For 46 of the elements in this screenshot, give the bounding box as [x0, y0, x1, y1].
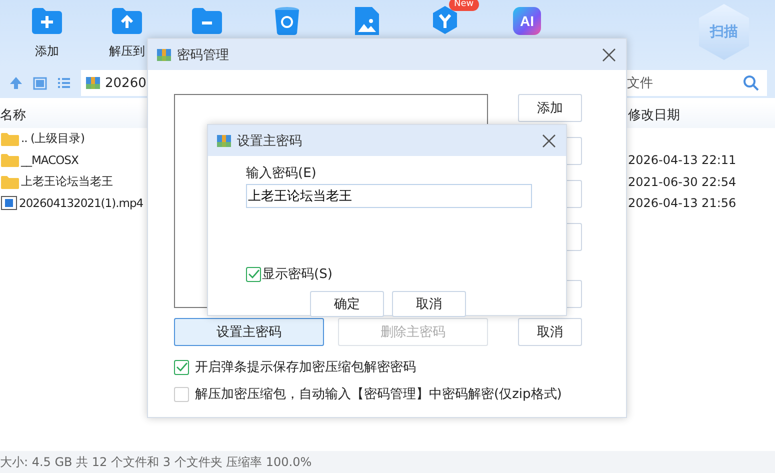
field-label: 输入密码(E) — [246, 165, 318, 182]
thumbnail-view-icon[interactable] — [33, 76, 47, 90]
close-icon[interactable] — [602, 48, 616, 62]
folder-plus-icon[interactable] — [31, 7, 63, 35]
dialog-title: 密码管理 — [177, 46, 230, 64]
checkbox[interactable] — [174, 386, 189, 402]
folder-upload-icon[interactable] — [111, 7, 143, 35]
file-name[interactable]: .. (上级目录) — [21, 131, 84, 146]
close-icon[interactable] — [542, 134, 556, 148]
checkbox-label[interactable]: 开启弹条提示保存加密压缩包解密密码 — [195, 358, 416, 376]
folder-icon — [1, 174, 19, 189]
modified-date: 2021-06-30 22:54 — [628, 174, 736, 189]
ai-logo[interactable]: AI — [513, 7, 541, 35]
folder-icon — [1, 132, 19, 146]
toolbar-label[interactable]: 添加 — [35, 43, 59, 60]
cancel-button[interactable]: 取消 — [518, 318, 582, 346]
archive-icon — [156, 46, 172, 62]
recycle-bin-icon[interactable] — [274, 6, 300, 36]
status-bar: 大小: 4.5 GB 共 12 个文件和 3 个文件夹 压缩率 100.0% — [0, 451, 775, 473]
search-icon[interactable] — [743, 75, 759, 91]
set-master-password-button[interactable]: 设置主密码 — [174, 318, 324, 346]
file-name[interactable]: 上老王论坛当老王 — [21, 174, 113, 190]
dialog-title: 设置主密码 — [237, 132, 303, 150]
archive-icon — [85, 75, 101, 91]
folder-icon — [1, 153, 19, 168]
modified-date: 2026-04-13 21:56 — [628, 196, 736, 210]
checkbox-label[interactable]: 显示密码(S) — [262, 265, 332, 283]
image-file-icon[interactable] — [354, 5, 380, 37]
column-header[interactable]: 名称 — [0, 106, 26, 124]
list-view-icon[interactable] — [57, 77, 71, 89]
cancel-button[interactable]: 取消 — [392, 291, 466, 317]
ok-button[interactable]: 确定 — [310, 291, 384, 317]
modified-date: 2026-04-13 22:11 — [628, 153, 736, 168]
file-name[interactable]: __MACOSX — [21, 153, 78, 168]
add-button[interactable]: 添加 — [518, 94, 582, 122]
file-name[interactable]: 202604132021(1).mp4 — [19, 196, 144, 210]
password-field[interactable]: 上老王论坛当老王 — [246, 184, 532, 208]
folder-minus-icon[interactable] — [191, 7, 223, 35]
search-field[interactable]: 文件 — [625, 70, 767, 96]
checkbox-label[interactable]: 解压加密压缩包，自动输入【密码管理】中密码解密(仅zip格式) — [195, 385, 562, 403]
archive-icon — [216, 132, 232, 148]
up-arrow-icon[interactable] — [9, 76, 23, 90]
toolbar-label[interactable]: 解压到 — [109, 43, 145, 60]
checkbox[interactable] — [246, 266, 261, 282]
column-header[interactable]: 修改日期 — [628, 106, 680, 124]
checkbox[interactable] — [174, 360, 189, 374]
